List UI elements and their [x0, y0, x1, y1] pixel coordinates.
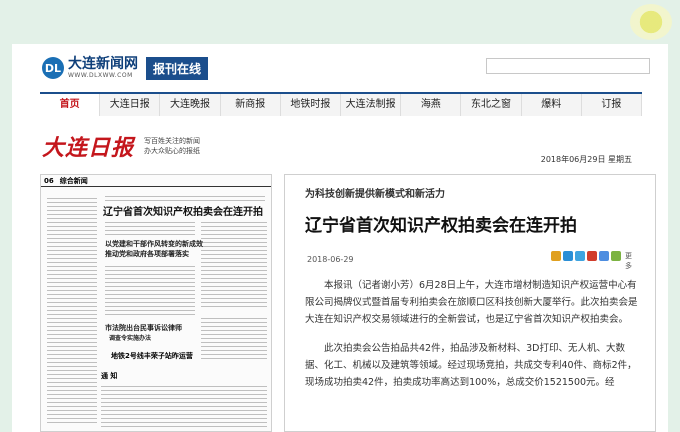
nav-item-home[interactable]: 首页 [40, 94, 101, 116]
browser-page: DL 大连新闻网 WWW.DLXWW.COM 报刊在线 首页 大连日报 大连晚报… [12, 44, 668, 432]
share-tencent-icon[interactable] [575, 251, 585, 261]
share-more-icon[interactable] [611, 251, 621, 261]
share-qzone-icon[interactable] [551, 251, 561, 261]
nav-item-subscribe[interactable]: 订报 [582, 94, 643, 116]
page-thumbnail[interactable]: 06 综合新闻 辽宁省首次知识产权拍卖会在连开拍 以党建和干部作风转变的新成效 … [40, 174, 272, 432]
article-paragraph: 本报讯（记者谢小芳）6月28日上午，大连市增材制造知识产权运营中心有限公司揭牌仪… [305, 280, 638, 325]
share-weibo-icon[interactable] [563, 251, 573, 261]
issue-date: 2018年06月29日 星期五 [540, 155, 632, 164]
section-badge: 报刊在线 [146, 56, 209, 80]
article-panel: 为科技创新提供新模式和新活力 辽宁省首次知识产权拍卖会在连开拍 2018-06-… [284, 174, 656, 432]
article-paragraph: 此次拍卖会公告拍品共42件，拍品涉及新材料、3D打印、无人机、大数据、化工、机械… [305, 343, 637, 388]
paper-slogan: 写百姓关注的新闻 办大众贴心的报纸 [144, 137, 201, 155]
thumb-page-number: 06 [44, 176, 54, 185]
nav-item-legal[interactable]: 大连法制报 [341, 94, 402, 116]
logo-icon: DL [42, 57, 64, 79]
paper-header: 大连日报 写百姓关注的新闻 办大众贴心的报纸 [42, 130, 200, 162]
thumb-notice: 通 知 [101, 372, 118, 380]
article-body: 本报讯（记者谢小芳）6月28日上午，大连市增材制造知识产权运营中心有限公司揭牌仪… [305, 277, 641, 403]
nav-item-metro-times[interactable]: 地铁时报 [281, 94, 342, 116]
thumb-story-metro[interactable]: 地铁2号线丰荣子站昨运营 [111, 351, 193, 361]
thumb-text-column [47, 195, 97, 425]
share-kaixin-icon[interactable] [599, 251, 609, 261]
nav-item-haiyan[interactable]: 海燕 [401, 94, 462, 116]
nav-item-tips[interactable]: 爆料 [522, 94, 582, 116]
site-logo[interactable]: DL 大连新闻网 WWW.DLXWW.COM 报刊在线 [42, 54, 209, 82]
thumb-story-court[interactable]: 市法院出台民事诉讼律师 [105, 323, 182, 333]
article-date: 2018-06-29 [307, 255, 354, 264]
site-url: WWW.DLXWW.COM [68, 72, 133, 79]
article-kicker: 为科技创新提供新模式和新活力 [305, 189, 445, 200]
search-input[interactable] [486, 58, 650, 74]
share-bar: 更多 [551, 251, 635, 270]
thumb-section: 综合新闻 [59, 176, 88, 185]
article-title: 辽宁省首次知识产权拍卖会在连开拍 [305, 216, 577, 236]
share-more-link[interactable]: 更多 [625, 251, 635, 270]
nav-item-northeast-window[interactable]: 东北之窗 [461, 94, 522, 116]
decorative-dots [630, 4, 672, 40]
paper-masthead: 大连日报 [42, 135, 135, 161]
share-renren-icon[interactable] [587, 251, 597, 261]
nav-item-dalian-daily[interactable]: 大连日报 [100, 94, 161, 116]
thumb-subheadline[interactable]: 以党建和干部作风转变的新成效 推动党和政府各项部署落实 [105, 239, 203, 259]
main-nav: 首页 大连日报 大连晚报 新商报 地铁时报 大连法制报 海燕 东北之窗 爆料 订… [40, 92, 643, 116]
site-name: 大连新闻网 [68, 56, 138, 72]
nav-item-dalian-evening[interactable]: 大连晚报 [160, 94, 221, 116]
nav-item-new-business[interactable]: 新商报 [221, 94, 281, 116]
thumb-headline[interactable]: 辽宁省首次知识产权拍卖会在连开拍 [103, 203, 263, 218]
